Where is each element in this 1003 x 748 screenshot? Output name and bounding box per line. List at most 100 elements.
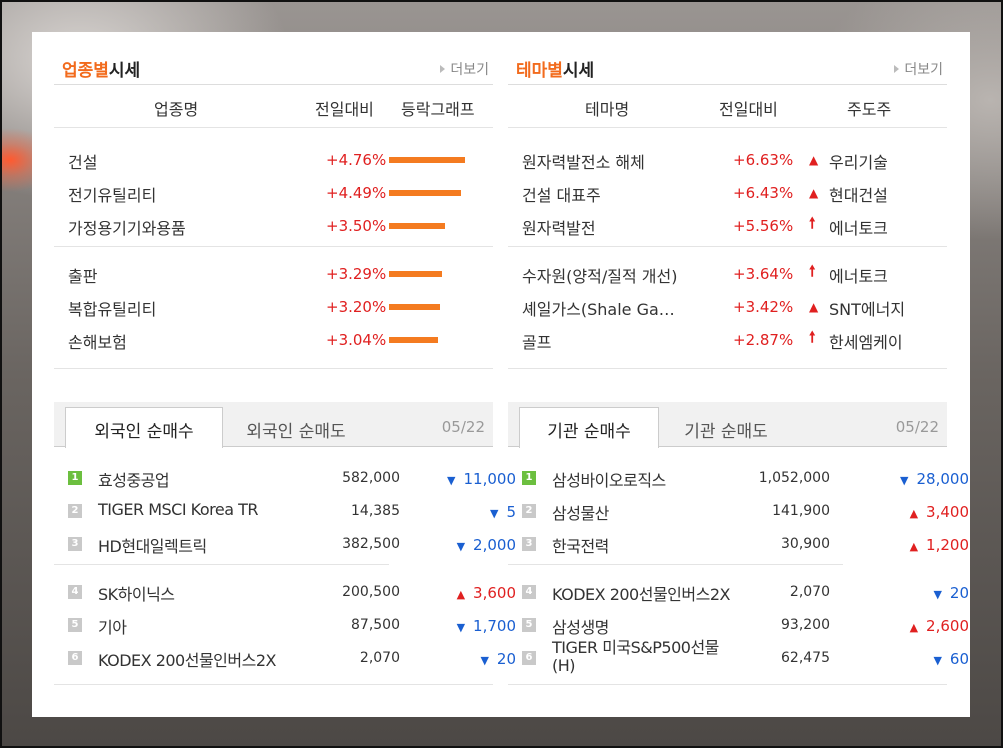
- industry-name[interactable]: 출판: [68, 263, 97, 287]
- industry-row[interactable]: 전기유틸리티 +4.49%: [54, 176, 493, 209]
- change-percent: +3.20%: [326, 298, 387, 316]
- theme-name[interactable]: 원자력발전: [522, 215, 596, 239]
- industry-title[interactable]: 업종별시세: [62, 56, 140, 81]
- industry-name[interactable]: 건설: [68, 149, 97, 173]
- theme-name[interactable]: 수자원(양적/질적 개선): [522, 263, 677, 287]
- stock-name[interactable]: 삼성물산: [552, 500, 609, 524]
- industry-name[interactable]: 손해보험: [68, 329, 127, 353]
- theme-row[interactable]: 원자력발전소 해체 +6.63% ▲ 우리기술: [508, 143, 947, 176]
- price-change: ▲ 1,200: [899, 536, 969, 554]
- stock-name[interactable]: 효성중공업: [98, 467, 170, 491]
- price-change: ▼ 1,700: [446, 617, 516, 635]
- industry-column-header: 업종명 전일대비 등락그래프: [54, 86, 493, 128]
- stock-name[interactable]: HD현대일렉트릭: [98, 533, 207, 557]
- stock-price: 14,385: [351, 503, 400, 519]
- stock-price: 2,070: [789, 584, 830, 600]
- stock-row[interactable]: 6 KODEX 200선물인버스2X 2,070 ▼ 20: [54, 641, 516, 674]
- stock-row[interactable]: 2 TIGER MSCI Korea TR 14,385 ▼ 5: [54, 494, 516, 527]
- stock-name[interactable]: KODEX 200선물인버스2X: [552, 581, 730, 605]
- leading-stock[interactable]: 한세엠케이: [829, 329, 903, 353]
- stock-row[interactable]: 3 HD현대일렉트릭 382,500 ▼ 2,000: [54, 527, 516, 560]
- tab-foreign-sell[interactable]: 외국인 순매도: [226, 408, 366, 447]
- stock-row[interactable]: 3 한국전력 30,900 ▲ 1,200: [508, 527, 969, 560]
- theme-more-link[interactable]: 더보기: [894, 59, 943, 79]
- down-triangle-icon: ▼: [447, 474, 456, 487]
- stock-name[interactable]: 삼성바이오로직스: [552, 467, 666, 491]
- industry-title-accent: 업종별: [62, 61, 109, 81]
- leading-stock[interactable]: SNT에너지: [829, 296, 905, 320]
- price-change: ▲ 3,400: [899, 503, 969, 521]
- theme-row[interactable]: 원자력발전 +5.56% 🠕 에너토크: [508, 209, 947, 242]
- theme-name[interactable]: 골프: [522, 329, 551, 353]
- change-graph-bar: [389, 337, 438, 343]
- industry-more-link[interactable]: 더보기: [440, 59, 489, 79]
- stock-name[interactable]: 한국전력: [552, 533, 609, 557]
- change-percent: +3.64%: [733, 265, 794, 283]
- tab-institution-sell[interactable]: 기관 순매도: [660, 408, 792, 447]
- theme-title[interactable]: 테마별시세: [516, 56, 594, 81]
- foreign-date: 05/22: [441, 418, 485, 436]
- stock-name[interactable]: 기아: [98, 614, 127, 638]
- industry-row[interactable]: 출판 +3.29%: [54, 257, 493, 290]
- price-change: ▼ 20: [446, 650, 516, 668]
- theme-name[interactable]: 건설 대표주: [522, 182, 601, 206]
- stock-row[interactable]: 4 SK하이닉스 200,500 ▲ 3,600: [54, 575, 516, 608]
- stock-row[interactable]: 1 효성중공업 582,000 ▼ 11,000: [54, 461, 516, 494]
- stock-row[interactable]: 2 삼성물산 141,900 ▲ 3,400: [508, 494, 969, 527]
- theme-row[interactable]: 셰일가스(Shale Ga… +3.42% ▲ SNT에너지: [508, 290, 947, 323]
- theme-row[interactable]: 수자원(양적/질적 개선) +3.64% 🠕 에너토크: [508, 257, 947, 290]
- row-divider: [508, 368, 947, 369]
- stock-row[interactable]: 5 기아 87,500 ▼ 1,700: [54, 608, 516, 641]
- stock-price: 87,500: [351, 617, 400, 633]
- up-triangle-icon: ▲: [909, 540, 919, 553]
- rank-badge: 1: [68, 471, 82, 485]
- tab-institution-buy[interactable]: 기관 순매수: [519, 407, 659, 448]
- stock-row[interactable]: 6 TIGER 미국S&P500선물 (H) 62,475 ▼ 60: [508, 639, 969, 675]
- industry-row[interactable]: 가정용기기와용품 +3.50%: [54, 209, 493, 242]
- stock-name[interactable]: KODEX 200선물인버스2X: [98, 647, 276, 671]
- tab-foreign-buy[interactable]: 외국인 순매수: [65, 407, 223, 448]
- leading-stock[interactable]: 에너토크: [829, 263, 888, 287]
- theme-row[interactable]: 건설 대표주 +6.43% ▲ 현대건설: [508, 176, 947, 209]
- stock-row[interactable]: 5 삼성생명 93,200 ▲ 2,600: [508, 608, 969, 641]
- more-label: 더보기: [450, 62, 489, 78]
- stock-name[interactable]: TIGER MSCI Korea TR: [98, 500, 258, 519]
- up-arrow-icon: 🠕: [809, 214, 816, 232]
- rank-badge: 6: [68, 651, 82, 665]
- change-value: 1,200: [926, 536, 969, 554]
- col-industry-name: 업종명: [154, 100, 199, 119]
- industry-name[interactable]: 복합유틸리티: [68, 296, 156, 320]
- institution-tabs: 기관 순매수 기관 순매도 05/22: [508, 402, 947, 448]
- change-value: 28,000: [916, 470, 970, 488]
- market-panel: 업종별시세 더보기 업종명 전일대비 등락그래프 건설 +4.76% 전기유틸리티 +…: [32, 32, 970, 717]
- leading-stock[interactable]: 우리기술: [829, 149, 888, 173]
- leading-stock[interactable]: 현대건설: [829, 182, 888, 206]
- change-percent: +5.56%: [733, 217, 794, 235]
- industry-row[interactable]: 복합유틸리티 +3.20%: [54, 290, 493, 323]
- change-percent: +3.29%: [326, 265, 387, 283]
- stock-name[interactable]: SK하이닉스: [98, 581, 175, 605]
- col-graph: 등락그래프: [401, 100, 475, 119]
- change-value: 60: [949, 650, 969, 668]
- up-triangle-icon: ▲: [909, 507, 919, 520]
- theme-row[interactable]: 골프 +2.87% 🠕 한세엠케이: [508, 323, 947, 356]
- theme-name[interactable]: 셰일가스(Shale Ga…: [522, 296, 675, 320]
- leading-stock[interactable]: 에너토크: [829, 215, 888, 239]
- rank-badge: 5: [68, 618, 82, 632]
- down-triangle-icon: ▼: [456, 540, 466, 553]
- industry-row[interactable]: 건설 +4.76%: [54, 143, 493, 176]
- change-percent: +4.49%: [326, 184, 387, 202]
- theme-name[interactable]: 원자력발전소 해체: [522, 149, 645, 173]
- industry-name[interactable]: 전기유틸리티: [68, 182, 156, 206]
- change-graph-bar: [389, 271, 442, 277]
- stock-name[interactable]: TIGER 미국S&P500선물 (H): [552, 639, 719, 675]
- up-triangle-icon: ▲: [909, 621, 919, 634]
- up-triangle-icon: ▲: [809, 186, 819, 200]
- stock-row[interactable]: 1 삼성바이오로직스 1,052,000 ▼ 28,000: [508, 461, 969, 494]
- change-value: 2,600: [926, 617, 969, 635]
- industry-name[interactable]: 가정용기기와용품: [68, 215, 186, 239]
- industry-row[interactable]: 손해보험 +3.04%: [54, 323, 493, 356]
- stock-row[interactable]: 4 KODEX 200선물인버스2X 2,070 ▼ 20: [508, 575, 969, 608]
- change-graph-bar: [389, 223, 445, 229]
- stock-name[interactable]: 삼성생명: [552, 614, 609, 638]
